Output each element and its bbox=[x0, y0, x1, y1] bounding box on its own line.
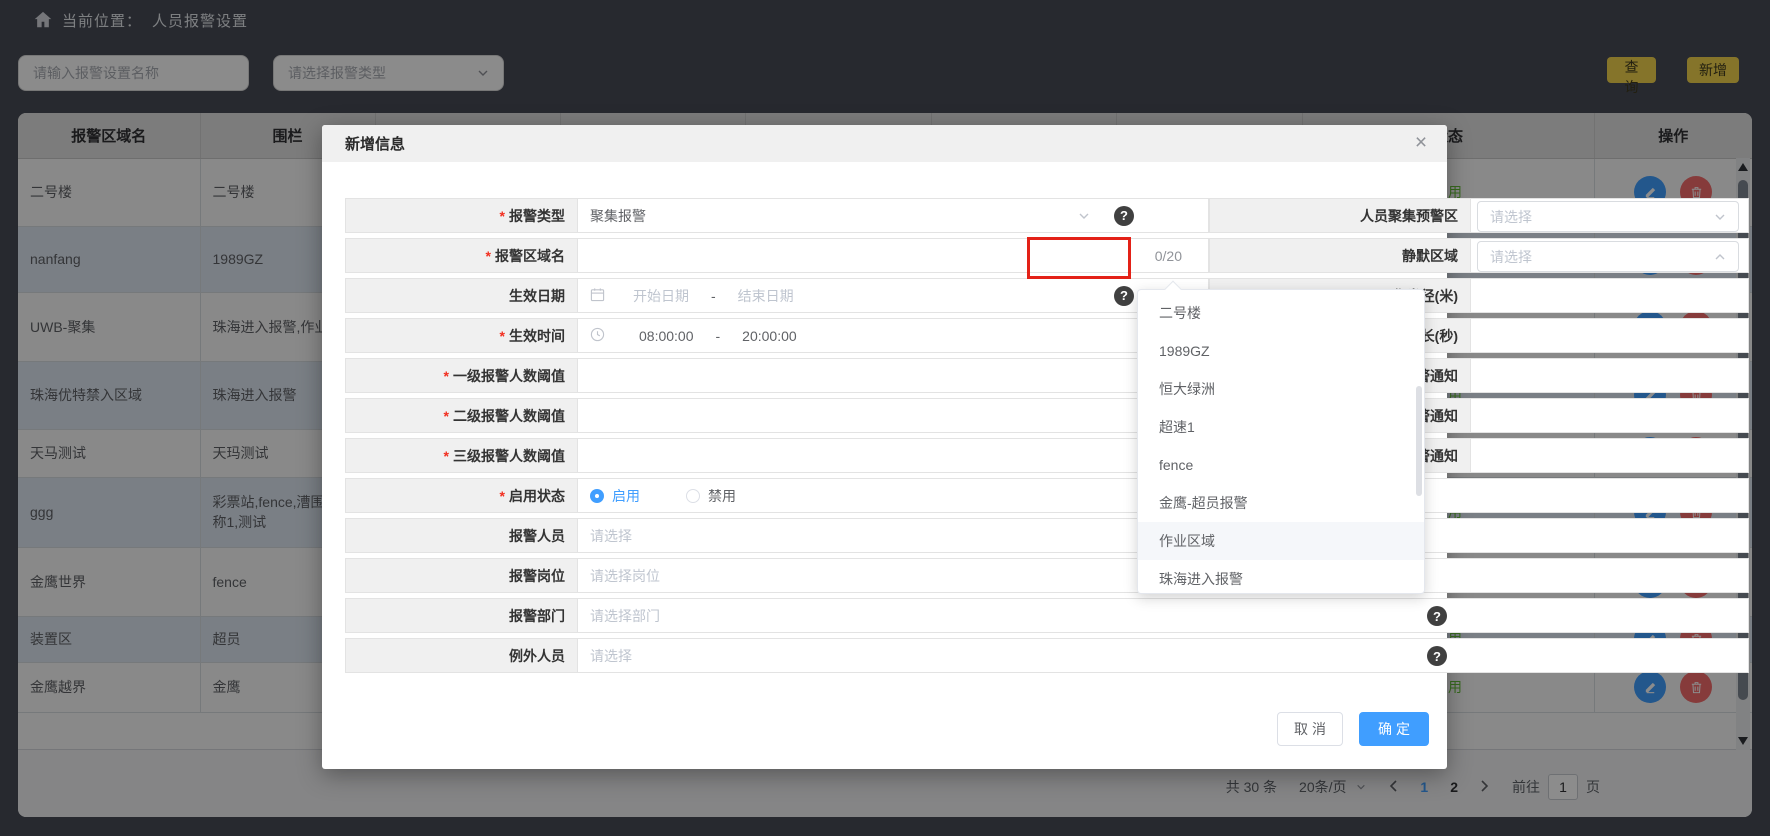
dropdown-option[interactable]: 1989GZ bbox=[1138, 332, 1424, 370]
level2-threshold-label: *二级报警人数阈值 bbox=[345, 398, 578, 433]
effective-date-label: 生效日期 bbox=[345, 278, 578, 313]
silent-area-placeholder: 请选择 bbox=[1490, 247, 1532, 267]
dropdown-option[interactable]: 珠海进入报警 bbox=[1138, 560, 1424, 594]
required-mark: * bbox=[500, 488, 505, 504]
area-name-label: *报警区域名 bbox=[345, 238, 578, 273]
chevron-down-icon bbox=[1078, 210, 1090, 222]
alarm-dept-select[interactable]: 请选择部门 bbox=[578, 598, 1749, 633]
required-mark: * bbox=[444, 408, 449, 424]
gather-warn-area-select[interactable]: 请选择 bbox=[1477, 201, 1739, 232]
duration-input[interactable] bbox=[1471, 318, 1749, 353]
modal-header: 新增信息 × bbox=[322, 125, 1447, 162]
radio-enabled[interactable]: 启用 bbox=[590, 486, 640, 506]
dropdown-list: 二号楼 1989GZ 恒大绿洲 超速1 fence 金鹰-超员报警 作业区域 珠… bbox=[1138, 290, 1424, 594]
gather-radius-input[interactable] bbox=[1471, 278, 1749, 313]
time-range-separator: - bbox=[716, 328, 721, 344]
level1-threshold-input[interactable]: 0/5 bbox=[578, 358, 1209, 393]
cancel-button[interactable]: 取消 bbox=[1277, 712, 1343, 746]
alarm-person-label: 报警人员 bbox=[345, 518, 578, 553]
level2-notify-input[interactable] bbox=[1471, 398, 1749, 433]
start-time-value: 08:00:00 bbox=[639, 328, 694, 344]
required-mark: * bbox=[500, 208, 505, 224]
chevron-up-icon bbox=[1714, 251, 1726, 263]
silent-area-dropdown: 二号楼 1989GZ 恒大绿洲 超速1 fence 金鹰-超员报警 作业区域 珠… bbox=[1137, 289, 1425, 594]
effective-time-range-picker[interactable]: 08:00:00 - 20:00:00 bbox=[578, 318, 1209, 353]
date-range-separator: - bbox=[711, 288, 716, 304]
level3-threshold-label: *三级报警人数阈值 bbox=[345, 438, 578, 473]
level1-threshold-label: *一级报警人数阈值 bbox=[345, 358, 578, 393]
effective-date-range-picker[interactable]: 开始日期 - 结束日期 ? bbox=[578, 278, 1209, 313]
gather-warn-area-placeholder: 请选择 bbox=[1490, 207, 1532, 227]
level1-notify-input[interactable] bbox=[1471, 358, 1749, 393]
gather-warn-area-cell: 请选择 bbox=[1471, 198, 1749, 233]
dropdown-option[interactable]: 超速1 bbox=[1138, 408, 1424, 446]
effective-time-label: *生效时间 bbox=[345, 318, 578, 353]
modal-title: 新增信息 bbox=[345, 133, 405, 154]
alarm-post-label: 报警岗位 bbox=[345, 558, 578, 593]
silent-area-select[interactable]: 请选择 bbox=[1477, 241, 1739, 272]
required-mark: * bbox=[500, 328, 505, 344]
chevron-down-icon bbox=[1714, 211, 1726, 223]
level3-notify-input[interactable] bbox=[1471, 438, 1749, 473]
silent-area-label: 静默区域 bbox=[1209, 238, 1471, 273]
exception-person-placeholder: 请选择 bbox=[590, 646, 632, 666]
dropdown-option[interactable]: 恒大绿洲 bbox=[1138, 370, 1424, 408]
close-icon[interactable]: × bbox=[1407, 129, 1435, 157]
radio-unselected-icon bbox=[686, 489, 700, 503]
help-icon[interactable]: ? bbox=[1427, 646, 1447, 666]
alarm-person-placeholder: 请选择 bbox=[590, 526, 632, 546]
start-date-placeholder: 开始日期 bbox=[633, 286, 689, 306]
calendar-icon bbox=[590, 287, 605, 305]
silent-area-cell: 请选择 bbox=[1471, 238, 1749, 273]
alarm-post-placeholder: 请选择岗位 bbox=[590, 566, 660, 586]
dropdown-option-highlighted[interactable]: 作业区域 bbox=[1138, 522, 1424, 560]
dropdown-option[interactable]: 二号楼 bbox=[1138, 294, 1424, 332]
dropdown-option[interactable]: fence bbox=[1138, 446, 1424, 484]
alarm-type-label: *报警类型 bbox=[345, 198, 578, 233]
help-icon[interactable]: ? bbox=[1427, 606, 1447, 626]
enable-status-label: *启用状态 bbox=[345, 478, 578, 513]
confirm-button[interactable]: 确定 bbox=[1359, 712, 1429, 746]
alarm-dept-placeholder: 请选择部门 bbox=[590, 606, 660, 626]
end-time-value: 20:00:00 bbox=[742, 328, 797, 344]
exception-person-label: 例外人员 bbox=[345, 638, 578, 673]
help-icon[interactable]: ? bbox=[1114, 286, 1134, 306]
alarm-dept-label: 报警部门 bbox=[345, 598, 578, 633]
radio-selected-icon bbox=[590, 489, 604, 503]
required-mark: * bbox=[486, 248, 491, 264]
required-mark: * bbox=[444, 448, 449, 464]
required-mark: * bbox=[444, 368, 449, 384]
dropdown-scrollbar-thumb[interactable] bbox=[1416, 386, 1422, 496]
alarm-type-value: 聚集报警 bbox=[590, 206, 646, 226]
level2-threshold-input[interactable]: 0/5 bbox=[578, 398, 1209, 433]
gather-warn-area-label: 人员聚集预警区 bbox=[1209, 198, 1471, 233]
help-icon[interactable]: ? bbox=[1114, 206, 1134, 226]
dropdown-option[interactable]: 金鹰-超员报警 bbox=[1138, 484, 1424, 522]
silent-area-annotation-box bbox=[1027, 237, 1131, 279]
clock-icon bbox=[590, 327, 605, 345]
end-date-placeholder: 结束日期 bbox=[738, 286, 794, 306]
area-name-counter: 0/20 bbox=[1155, 248, 1182, 264]
radio-disabled[interactable]: 禁用 bbox=[686, 486, 736, 506]
level3-threshold-input[interactable]: 0/5 bbox=[578, 438, 1209, 473]
alarm-type-select[interactable]: 聚集报警 ? bbox=[578, 198, 1209, 233]
exception-person-select[interactable]: 请选择 bbox=[578, 638, 1749, 673]
